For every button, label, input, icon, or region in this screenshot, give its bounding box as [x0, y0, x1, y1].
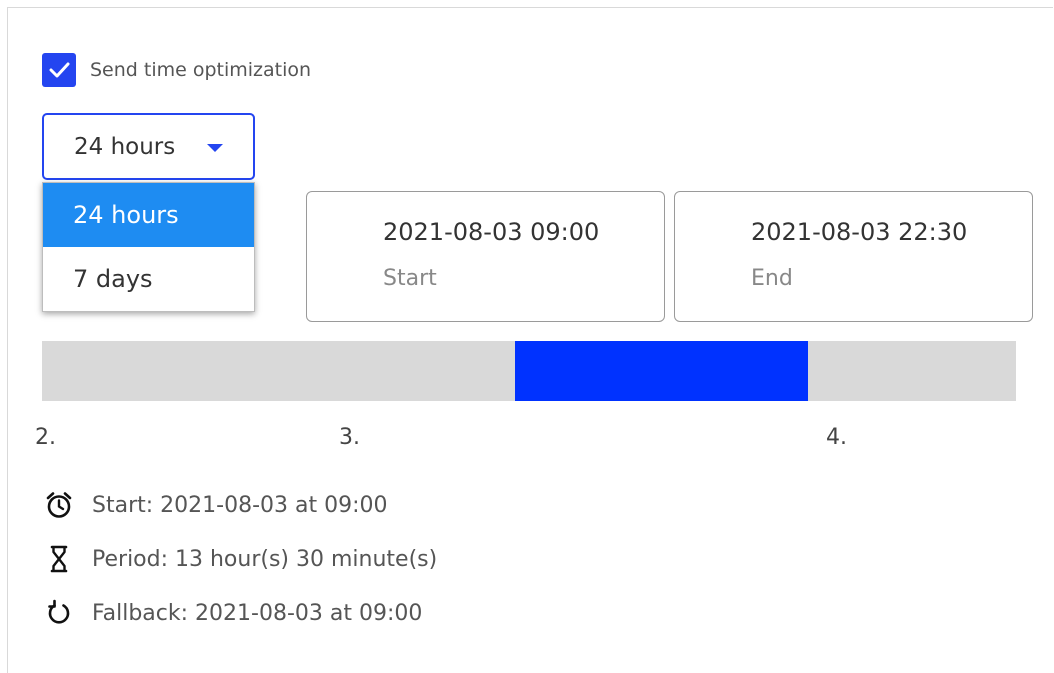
- checkmark-icon: [49, 62, 70, 78]
- alarm-clock-icon: [44, 488, 78, 522]
- send-time-optimization-row[interactable]: Send time optimization: [42, 52, 311, 88]
- send-time-optimization-label: Send time optimization: [90, 59, 312, 81]
- timeline-tick-label: 3.: [339, 425, 360, 450]
- end-date-field[interactable]: 2021-08-03 22:30 End: [674, 191, 1033, 322]
- summary-period-row: Period: 13 hour(s) 30 minute(s): [44, 541, 437, 577]
- summary-start-text: Start: 2021-08-03 at 09:00: [92, 492, 388, 518]
- period-option-24-hours[interactable]: 24 hours: [43, 183, 254, 247]
- start-date-label: Start: [383, 266, 437, 291]
- refresh-icon: [44, 596, 78, 630]
- time-window-timeline[interactable]: [42, 341, 1016, 401]
- summary-start-row: Start: 2021-08-03 at 09:00: [44, 487, 388, 523]
- start-date-field[interactable]: 2021-08-03 09:00 Start: [306, 191, 665, 322]
- period-dropdown-menu: 24 hours 7 days: [42, 182, 255, 312]
- caret-down-icon: [207, 144, 223, 152]
- period-select-value: 24 hours: [74, 133, 176, 160]
- summary-fallback-text: Fallback: 2021-08-03 at 09:00: [92, 600, 423, 626]
- summary-fallback-row: Fallback: 2021-08-03 at 09:00: [44, 595, 422, 631]
- summary-period-text: Period: 13 hour(s) 30 minute(s): [92, 546, 438, 572]
- send-time-optimization-checkbox[interactable]: [42, 53, 76, 87]
- timeline-tick-label: 4.: [826, 425, 847, 450]
- active-time-window[interactable]: [515, 341, 808, 401]
- end-date-label: End: [751, 266, 793, 291]
- timeline-tick-label: 2.: [35, 425, 56, 450]
- end-date-value: 2021-08-03 22:30: [751, 218, 968, 246]
- hourglass-icon: [44, 542, 78, 576]
- period-select[interactable]: 24 hours: [42, 113, 255, 180]
- period-option-7-days[interactable]: 7 days: [43, 247, 254, 311]
- start-date-value: 2021-08-03 09:00: [383, 218, 600, 246]
